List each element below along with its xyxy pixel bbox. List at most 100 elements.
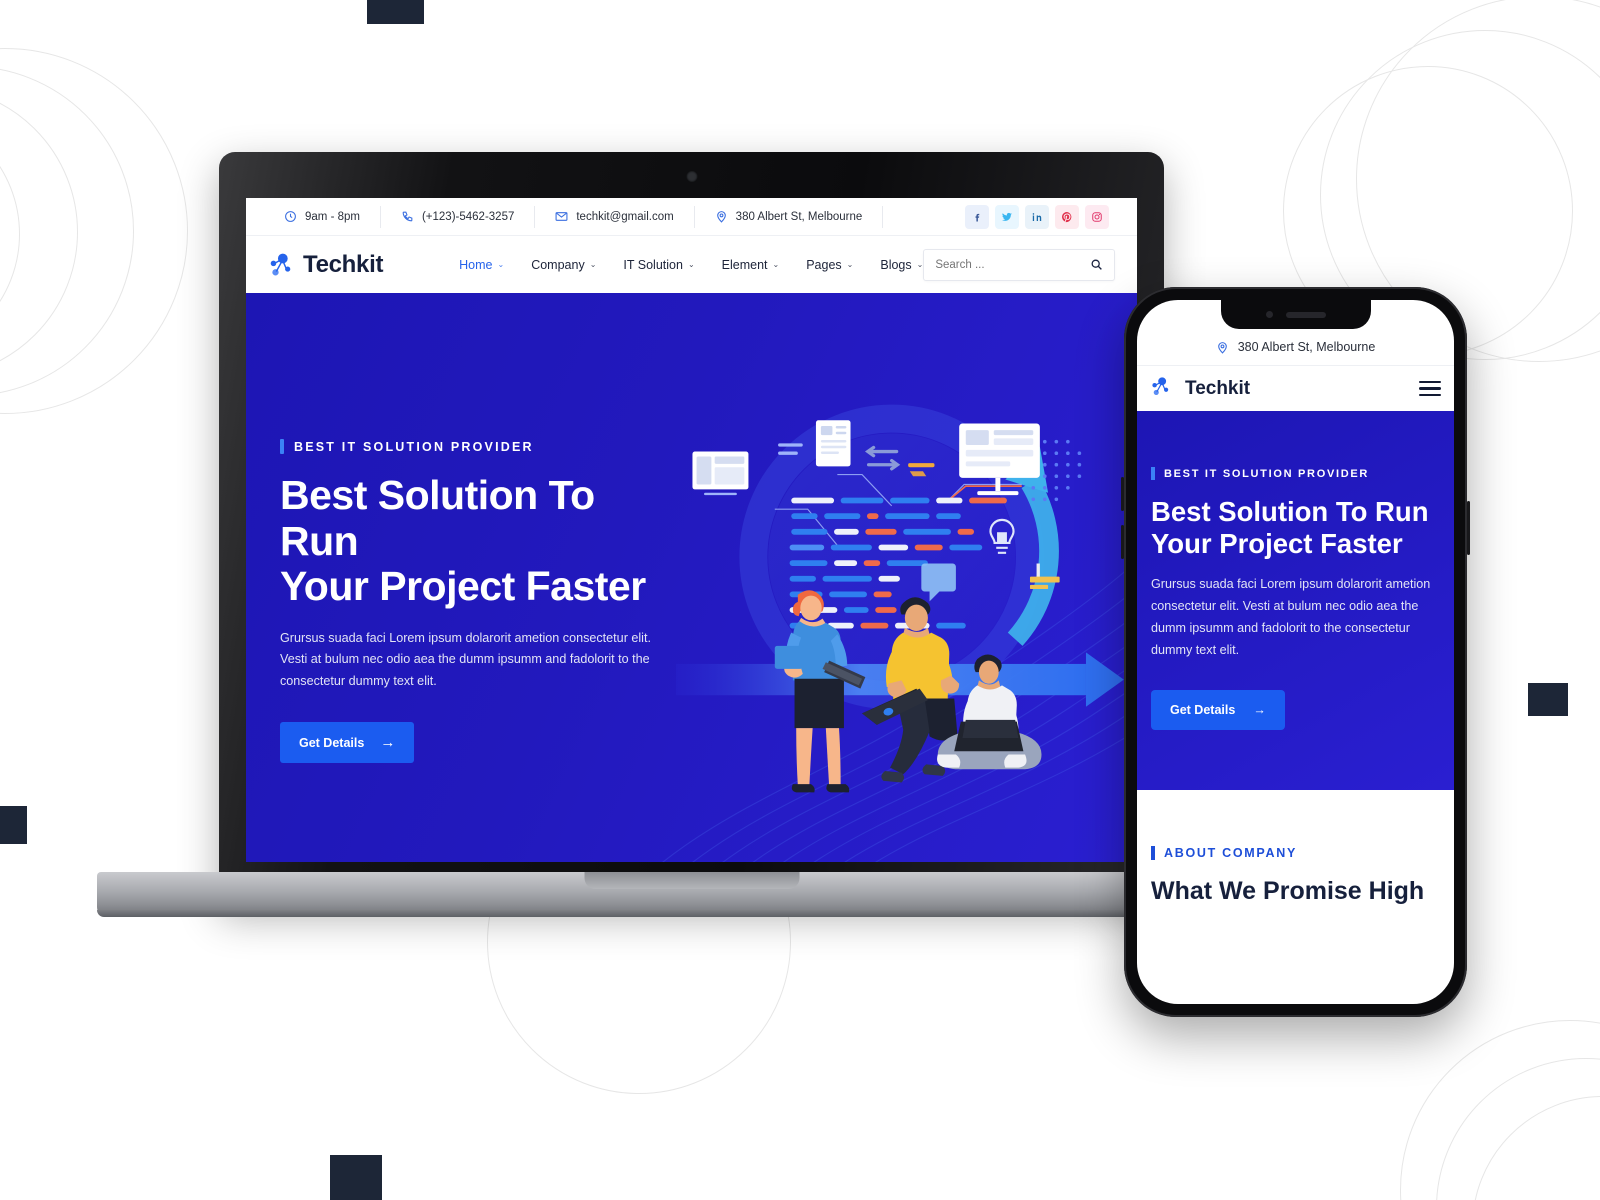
browser-window-card-left [692,451,749,496]
deco-square [1528,683,1568,716]
phone-hero-eyebrow: BEST IT SOLUTION PROVIDER [1151,467,1440,480]
phone-brand-logo[interactable]: Techkit [1150,376,1250,402]
document-card [815,420,851,467]
nav-item-home-label: Home [459,257,493,272]
location-icon [715,210,728,223]
search-input[interactable] [935,258,1090,271]
deco-ring [1400,1020,1600,1200]
phone-get-details-button[interactable]: Get Details → [1151,689,1285,730]
phone-volume-button [1121,477,1124,511]
arrow-right-icon: → [1253,702,1266,717]
phone-navbar: Techkit [1137,365,1454,411]
chevron-down-icon: ⌄ [687,260,695,269]
nav-item-blogs[interactable]: Blogs ⌄ [880,258,923,272]
nav-item-it-solution[interactable]: IT Solution ⌄ [623,258,694,272]
phone-speaker-icon [1285,311,1326,318]
topbar-address-text: 380 Albert St, Melbourne [735,210,863,223]
mail-icon [555,210,568,223]
nav-item-blogs-label: Blogs [880,257,912,272]
phone-hero-title-line2: Your Project Faster [1151,528,1403,560]
deco-square [0,806,27,844]
brand-name: Techkit [303,250,384,278]
phone-hero-title-line1: Best Solution To Run [1151,496,1429,527]
nav-item-company-label: Company [531,257,585,272]
phone-about-section: ABOUT COMPANY What We Promise High [1137,790,1454,906]
phone-cta-label: Get Details [1170,702,1236,717]
clock-icon [284,210,297,223]
twitter-icon[interactable] [995,204,1019,229]
social-links [965,204,1115,229]
chevron-down-icon: ⌄ [846,260,854,269]
laptop-base [97,872,1287,917]
topbar-hours: 9am - 8pm [268,205,381,228]
nav-item-company[interactable]: Company ⌄ [531,258,596,272]
phone-hero-section: BEST IT SOLUTION PROVIDER Best Solution … [1137,411,1454,790]
hero-paragraph: Grursus suada faci Lorem ipsum dolarorit… [280,630,651,688]
deco-ring [1472,1096,1600,1200]
deco-square [367,0,424,24]
hero-title-line1: Best Solution To Run [280,472,595,564]
laptop-lid: 9am - 8pm (+123)-5462-3257 techkit@gmail… [219,152,1164,904]
search-icon[interactable] [1090,258,1103,271]
site-navbar: Techkit Home ⌄ Company ⌄ IT Solution ⌄ E… [246,236,1137,293]
facebook-icon[interactable] [965,204,989,229]
hero-text-block: BEST IT SOLUTION PROVIDER Best Solution … [246,293,676,862]
hero-eyebrow: BEST IT SOLUTION PROVIDER [280,439,676,454]
deco-ring [0,86,78,378]
phone-notch [1220,300,1371,329]
phone-screen: 380 Albert St, Melbourne Techkit BEST IT… [1137,300,1454,1004]
hero-get-details-button[interactable]: Get Details → [280,722,415,764]
nav-item-element[interactable]: Element ⌄ [722,258,780,272]
phone-about-title: What We Promise High [1151,876,1425,905]
topbar-email[interactable]: techkit@gmail.com [535,205,695,228]
deco-ring [0,108,20,360]
nav-item-it-solution-label: IT Solution [623,257,683,272]
topbar-address: 380 Albert St, Melbourne [695,205,884,228]
main-navigation: Home ⌄ Company ⌄ IT Solution ⌄ Element ⌄ [459,258,923,272]
chevron-down-icon: ⌄ [916,260,924,269]
phone-mockup: 380 Albert St, Melbourne Techkit BEST IT… [1121,287,1470,1017]
nav-item-pages-label: Pages [806,257,842,272]
hero-title-line2: Your Project Faster [280,563,646,609]
molecule-logo-icon [268,252,296,278]
search-box[interactable] [923,248,1115,281]
laptop-screen: 9am - 8pm (+123)-5462-3257 techkit@gmail… [246,198,1137,862]
instagram-icon[interactable] [1085,204,1109,229]
hero-section: BEST IT SOLUTION PROVIDER Best Solution … [246,293,1137,862]
molecule-logo-icon [1150,376,1178,402]
arrow-right-icon: → [380,734,396,752]
topbar-email-text: techkit@gmail.com [576,210,674,223]
hero-content-wrapper: BEST IT SOLUTION PROVIDER Best Solution … [246,293,1137,862]
laptop-base-notch [584,872,800,889]
laptop-camera-icon [686,171,697,182]
location-icon [1216,341,1229,354]
phone-hero-title: Best Solution To Run Your Project Faster [1151,496,1440,560]
linkedin-icon[interactable] [1025,204,1049,229]
pinterest-icon[interactable] [1055,204,1079,229]
phone-about-eyebrow: ABOUT COMPANY [1151,846,1440,860]
nav-item-pages[interactable]: Pages ⌄ [806,258,853,272]
topbar-phone[interactable]: (+123)-5462-3257 [381,205,536,228]
hamburger-menu-icon[interactable] [1419,380,1441,397]
chevron-down-icon: ⌄ [497,260,505,269]
phone-icon [401,210,414,223]
topbar-phone-text: (+123)-5462-3257 [421,210,515,223]
deco-ring [1436,1058,1600,1200]
chevron-down-icon: ⌄ [772,260,780,269]
laptop-mockup: 9am - 8pm (+123)-5462-3257 techkit@gmail… [97,152,1287,917]
phone-power-button [1467,501,1470,555]
deco-square [330,1155,382,1200]
phone-hero-paragraph: Grursus suada faci Lorem ipsum dolarorit… [1151,577,1431,658]
hero-illustration [676,293,1137,862]
site-topbar: 9am - 8pm (+123)-5462-3257 techkit@gmail… [246,198,1137,236]
phone-volume-button [1121,525,1124,559]
phone-camera-icon [1265,311,1273,318]
phone-address-text: 380 Albert St, Melbourne [1237,340,1376,354]
phone-brand-name: Techkit [1185,377,1251,399]
hero-title: Best Solution To Run Your Project Faster [280,472,676,610]
nav-item-home[interactable]: Home ⌄ [459,258,504,272]
topbar-hours-text: 9am - 8pm [305,210,360,223]
nav-item-element-label: Element [721,257,768,272]
chevron-down-icon: ⌄ [589,260,597,269]
brand-logo[interactable]: Techkit [268,251,383,279]
